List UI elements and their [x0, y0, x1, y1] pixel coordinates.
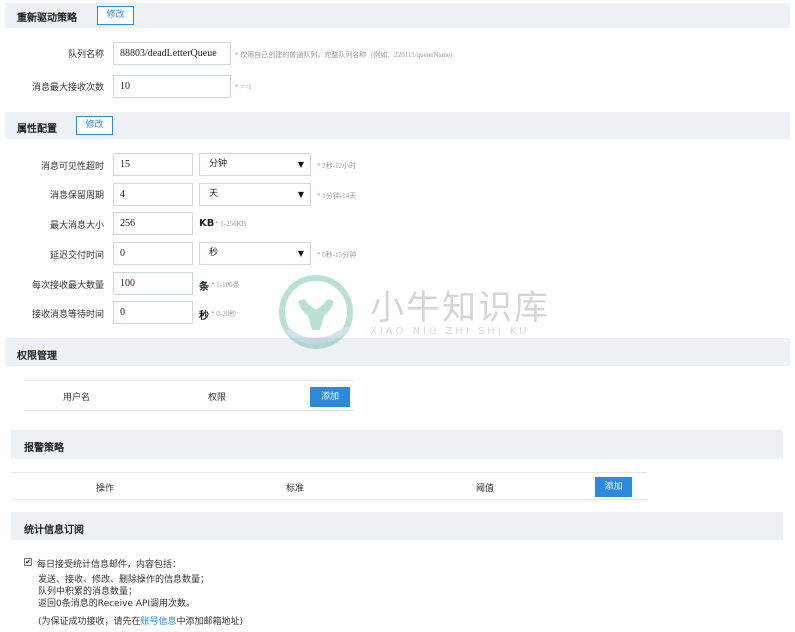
permissions-col-permission: 权限	[208, 393, 227, 403]
receive-wait-time-unit: 秒	[199, 311, 209, 322]
stats-note: (为保证成功接收，请先在账号信息中添加邮箱地址)	[38, 614, 243, 627]
dropdown-arrow-icon: ▼	[297, 249, 304, 258]
stats-line-empty-receive: 返回0条消息的Receive API调用次数。	[38, 599, 196, 609]
queue-name-input[interactable]: 88803/deadLetterQueue	[113, 42, 231, 65]
delivery-delay-unit-value: 秒	[209, 248, 219, 258]
permissions-section-title: 权限管理	[17, 351, 57, 362]
max-batch-receive-unit: 条	[199, 282, 209, 293]
permissions-col-username: 用户名	[63, 393, 91, 403]
visibility-timeout-hint: * 2秒-12小时	[317, 162, 357, 170]
retention-period-unit-select[interactable]: 天 ▼	[199, 183, 311, 206]
retention-period-unit-value: 天	[209, 189, 219, 199]
dropdown-arrow-icon: ▼	[297, 160, 304, 169]
visibility-timeout-label: 消息可见性超时	[40, 162, 104, 172]
redrive-edit-button[interactable]: 修改	[97, 6, 134, 25]
alarm-section-header	[11, 430, 783, 459]
watermark-cn-text: 小牛知识库	[370, 288, 550, 328]
attributes-section-header	[5, 112, 790, 139]
watermark-en-text: XIAO NIU ZHI SHI KU	[370, 326, 530, 337]
stats-email-checkbox[interactable]: ✔	[24, 558, 32, 566]
stats-checkbox-label: 每日接受统计信息邮件，内容包括：	[37, 560, 182, 570]
max-receive-input[interactable]: 10	[113, 75, 231, 98]
dropdown-arrow-icon: ▼	[297, 190, 304, 199]
alarm-col-operation: 操作	[96, 484, 115, 494]
delivery-delay-hint: * 0秒-15分钟	[317, 251, 357, 259]
visibility-timeout-input[interactable]: 15	[113, 153, 193, 176]
max-message-size-hint: * 1-256KB	[215, 220, 247, 228]
alarm-col-threshold: 阈值	[476, 484, 495, 494]
retention-period-hint: * 1分钟-14天	[317, 192, 357, 200]
stats-section-title: 统计信息订阅	[24, 525, 84, 536]
redrive-section-title: 重新驱动策略	[17, 13, 77, 24]
stats-note-prefix: (为保证成功接收，请先在	[38, 617, 141, 627]
stats-section-header	[11, 512, 783, 540]
visibility-timeout-unit-select[interactable]: 分钟 ▼	[199, 153, 311, 176]
bull-logo-icon	[279, 275, 353, 349]
alarm-col-standard: 标准	[286, 484, 305, 494]
delivery-delay-input[interactable]: 0	[113, 242, 193, 265]
watermark: 小牛知识库 XIAO NIU ZHI SHI KU	[276, 272, 548, 356]
max-message-size-unit: KB	[199, 218, 215, 229]
delivery-delay-unit-select[interactable]: 秒 ▼	[199, 242, 311, 265]
receive-wait-time-label: 接收消息等待时间	[31, 310, 104, 320]
max-batch-receive-hint: * 1-100条	[211, 281, 240, 289]
retention-period-input[interactable]: 4	[113, 183, 193, 206]
delivery-delay-label: 延迟交付时间	[49, 251, 104, 261]
max-message-size-label: 最大消息大小	[49, 221, 104, 231]
max-batch-receive-input[interactable]: 100	[113, 272, 193, 295]
attributes-edit-button[interactable]: 修改	[76, 116, 113, 135]
permissions-add-button[interactable]: 添加	[310, 387, 350, 407]
attributes-section-title: 属性配置	[17, 124, 57, 135]
max-batch-receive-label: 每次接收最大数量	[31, 281, 104, 291]
receive-wait-time-input[interactable]: 0	[113, 301, 193, 324]
retention-period-label: 消息保留周期	[49, 191, 104, 201]
alarm-add-button[interactable]: 添加	[595, 477, 632, 497]
queue-name-label: 队列名称	[67, 50, 104, 60]
visibility-timeout-unit-value: 分钟	[209, 159, 228, 169]
max-receive-hint: * >=1	[235, 83, 252, 91]
receive-wait-time-hint: * 0-20秒	[211, 310, 237, 318]
account-info-link[interactable]: 账号信息	[141, 617, 177, 627]
queue-name-hint: * 仅限自己创建的普通队列，完整队列名称（例如：220111/queueName…	[235, 51, 458, 59]
alarm-section-title: 报警策略	[24, 443, 64, 454]
max-message-size-input[interactable]: 256	[113, 212, 193, 235]
stats-note-suffix: 中添加邮箱地址)	[176, 617, 244, 627]
max-receive-label: 消息最大接收次数	[31, 83, 104, 93]
